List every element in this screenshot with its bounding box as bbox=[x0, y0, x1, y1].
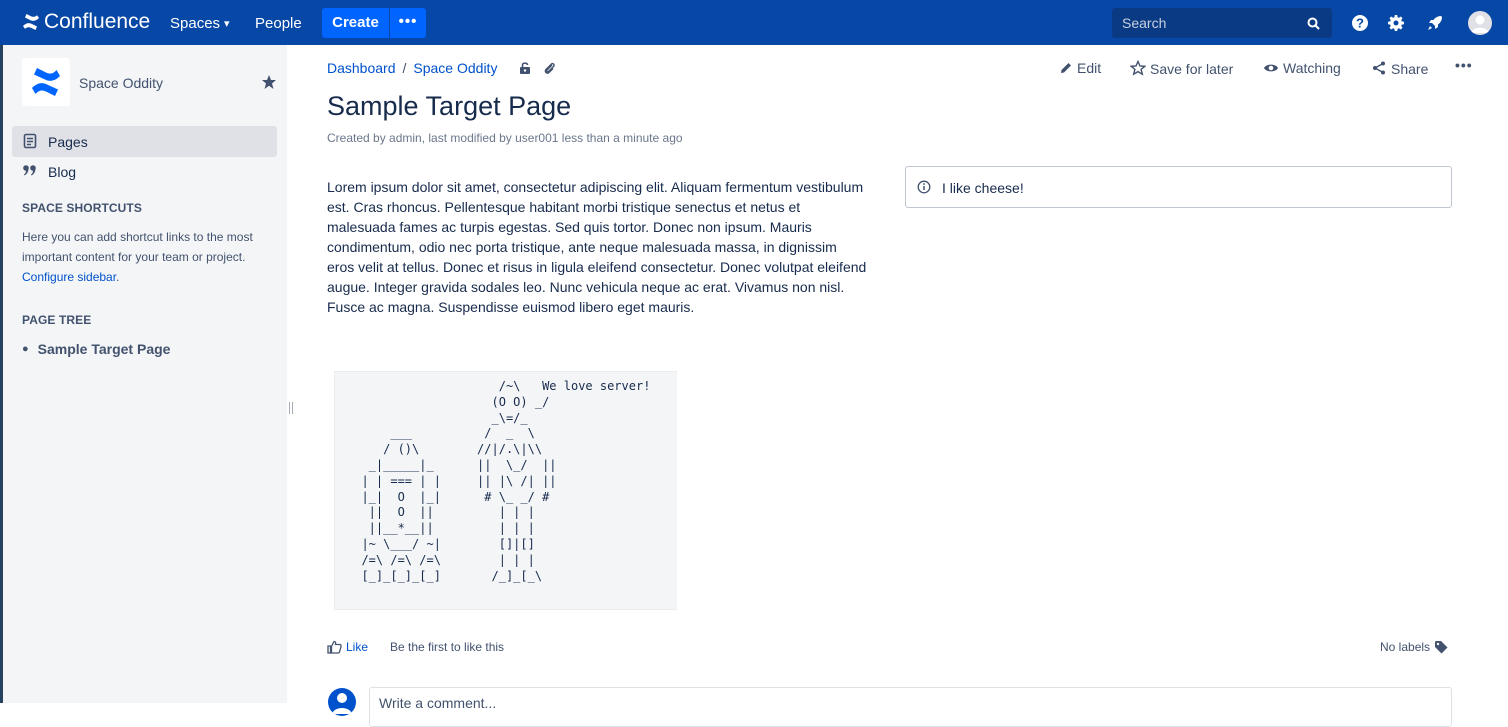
search-input[interactable]: Search bbox=[1112, 8, 1332, 38]
comment-input[interactable]: Write a comment... bbox=[369, 687, 1452, 727]
help-icon[interactable]: ? bbox=[1350, 13, 1370, 33]
attachment-icon[interactable] bbox=[542, 61, 556, 75]
shortcuts-text: Here you can add shortcut links to the m… bbox=[22, 230, 253, 264]
people-link[interactable]: People bbox=[255, 15, 302, 32]
sidebar-resize-handle[interactable] bbox=[288, 401, 294, 415]
like-label: Like bbox=[346, 640, 369, 654]
breadcrumb-space[interactable]: Space Oddity bbox=[413, 60, 497, 76]
create-more-button[interactable]: ••• bbox=[390, 8, 426, 38]
tree-bullet-icon: ● bbox=[22, 343, 29, 355]
save-for-later-button[interactable]: Save for later bbox=[1129, 59, 1234, 77]
unlock-icon[interactable] bbox=[518, 61, 532, 75]
brand-name[interactable]: Confluence bbox=[44, 10, 150, 34]
labels-section[interactable]: No labels bbox=[1380, 640, 1448, 654]
space-shortcuts-heading: SPACE SHORTCUTS bbox=[22, 201, 142, 215]
shortcuts-description: Here you can add shortcut links to the m… bbox=[22, 227, 272, 287]
like-button[interactable]: Like bbox=[327, 640, 368, 654]
confluence-logo-icon[interactable] bbox=[22, 13, 40, 31]
comment-user-avatar bbox=[328, 688, 356, 716]
user-avatar-icon[interactable] bbox=[1468, 11, 1492, 35]
more-actions-button[interactable]: ••• bbox=[1455, 57, 1473, 73]
info-icon bbox=[917, 180, 931, 194]
comment-placeholder: Write a comment... bbox=[379, 695, 497, 711]
page-tree-heading: PAGE TREE bbox=[22, 313, 92, 327]
search-icon bbox=[1307, 17, 1320, 30]
settings-icon[interactable] bbox=[1386, 13, 1406, 33]
shortcuts-period: . bbox=[116, 270, 120, 284]
share-label: Share bbox=[1391, 61, 1429, 77]
chevron-down-icon: ▾ bbox=[224, 18, 230, 30]
spaces-label: Spaces bbox=[170, 15, 221, 32]
spaces-menu[interactable]: Spaces ▾ bbox=[170, 15, 230, 32]
pencil-icon bbox=[1061, 63, 1071, 73]
blog-quote-icon bbox=[23, 165, 36, 176]
sidebar-item-blog[interactable]: Blog bbox=[12, 156, 277, 187]
breadcrumb: Dashboard / Space Oddity bbox=[327, 60, 497, 76]
page-title: Sample Target Page bbox=[327, 91, 572, 121]
page-tree-item[interactable]: ● Sample Target Page bbox=[22, 341, 170, 357]
page-body-text: Lorem ipsum dolor sit amet, consectetur … bbox=[327, 179, 867, 315]
eye-icon bbox=[1264, 64, 1278, 72]
page-byline: Created by admin, last modified by user0… bbox=[327, 131, 683, 145]
tag-icon bbox=[1435, 641, 1448, 654]
create-button[interactable]: Create bbox=[322, 8, 389, 38]
space-sidebar: Space Oddity Pages Blog SPACE SHORTCUTS … bbox=[3, 45, 287, 703]
watching-label: Watching bbox=[1283, 60, 1341, 76]
save-for-later-label: Save for later bbox=[1150, 61, 1234, 77]
sidebar-item-label: Blog bbox=[48, 164, 77, 180]
edit-button[interactable]: Edit bbox=[1059, 60, 1101, 76]
page-meta-icons bbox=[518, 61, 556, 80]
thumbs-up-icon bbox=[327, 640, 342, 654]
sidebar-item-label: Pages bbox=[48, 134, 88, 150]
code-block: /~\ We love server! (O O) _/ _\=/_ ___ /… bbox=[334, 371, 677, 610]
ascii-art: /~\ We love server! (O O) _/ _\=/_ ___ /… bbox=[361, 379, 651, 583]
pages-icon bbox=[23, 133, 37, 149]
notifications-rocket-icon[interactable] bbox=[1425, 13, 1445, 33]
breadcrumb-dashboard[interactable]: Dashboard bbox=[327, 60, 396, 76]
page-tree-item-label: Sample Target Page bbox=[37, 341, 171, 357]
info-panel: I like cheese! bbox=[905, 166, 1452, 208]
no-labels-text: No labels bbox=[1380, 640, 1431, 654]
watching-button[interactable]: Watching bbox=[1263, 60, 1341, 76]
space-name[interactable]: Space Oddity bbox=[79, 75, 163, 91]
share-button[interactable]: Share bbox=[1371, 60, 1428, 77]
info-panel-text: I like cheese! bbox=[942, 180, 1024, 196]
user-avatar-icon bbox=[332, 693, 352, 714]
breadcrumb-separator: / bbox=[402, 60, 407, 76]
confluence-space-logo-icon bbox=[32, 68, 60, 96]
search-placeholder: Search bbox=[1122, 15, 1167, 31]
sidebar-item-pages[interactable]: Pages bbox=[12, 126, 277, 157]
star-outline-icon bbox=[1129, 59, 1147, 76]
star-filled-icon[interactable] bbox=[261, 74, 277, 90]
svg-text:?: ? bbox=[1356, 16, 1364, 31]
share-icon bbox=[1373, 61, 1385, 75]
like-count-text: Be the first to like this bbox=[390, 640, 505, 654]
top-navigation-bar: Confluence Spaces ▾ People Create ••• Sea… bbox=[0, 0, 1508, 45]
space-logo[interactable] bbox=[22, 58, 70, 106]
edit-label: Edit bbox=[1077, 60, 1102, 76]
configure-sidebar-link[interactable]: Configure sidebar bbox=[22, 270, 116, 284]
